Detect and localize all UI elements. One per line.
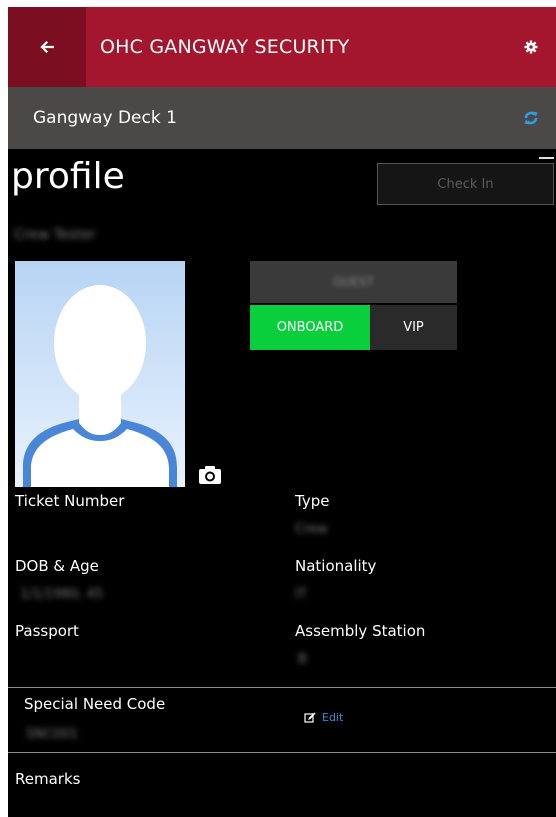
back-button[interactable] <box>8 7 86 87</box>
gear-icon <box>524 40 538 54</box>
type-label: Type <box>295 492 330 510</box>
edit-special-need-button[interactable]: Edit <box>304 711 343 724</box>
dob-age-value: 1/1/1980, 45 <box>20 587 104 602</box>
assembly-station-label: Assembly Station <box>295 622 426 640</box>
title-bar: OHC GANGWAY SECURITY <box>8 7 556 87</box>
person-silhouette-icon <box>23 285 177 487</box>
check-in-button[interactable]: Check In <box>377 163 554 205</box>
refresh-icon <box>524 111 538 125</box>
onboard-button[interactable]: ONBOARD <box>250 305 370 350</box>
assembly-station-value: B <box>298 652 307 667</box>
dob-age-label: DOB & Age <box>15 557 99 575</box>
nationality-label: Nationality <box>295 557 377 575</box>
scroll-indicator[interactable] <box>539 157 554 159</box>
location-bar: Gangway Deck 1 <box>8 87 556 149</box>
profile-photo[interactable] <box>15 261 185 487</box>
passenger-status: GUEST <box>250 261 457 303</box>
passenger-status-label: GUEST <box>333 275 374 289</box>
app-window: OHC GANGWAY SECURITY Gangway Deck 1 prof… <box>8 7 556 817</box>
camera-button[interactable] <box>197 463 223 487</box>
special-need-code-label: Special Need Code <box>24 695 166 713</box>
type-value: Crew <box>295 522 328 537</box>
section-divider <box>8 687 556 688</box>
section-divider <box>8 752 556 753</box>
page-title: profile <box>11 156 125 197</box>
vip-button[interactable]: VIP <box>370 305 457 350</box>
location-label: Gangway Deck 1 <box>33 108 177 128</box>
back-arrow-icon <box>40 40 54 54</box>
passenger-name: Crew Tester <box>14 227 96 243</box>
camera-icon <box>199 466 221 484</box>
ticket-number-label: Ticket Number <box>15 492 125 510</box>
refresh-button[interactable] <box>520 107 542 129</box>
nationality-value: IT <box>295 587 307 602</box>
special-need-code-value: SNC001 <box>26 727 78 742</box>
edit-icon <box>304 712 316 723</box>
edit-label: Edit <box>322 711 344 724</box>
remarks-label: Remarks <box>15 770 81 788</box>
settings-button[interactable] <box>520 36 542 58</box>
app-title: OHC GANGWAY SECURITY <box>100 36 350 58</box>
passport-label: Passport <box>15 622 79 640</box>
